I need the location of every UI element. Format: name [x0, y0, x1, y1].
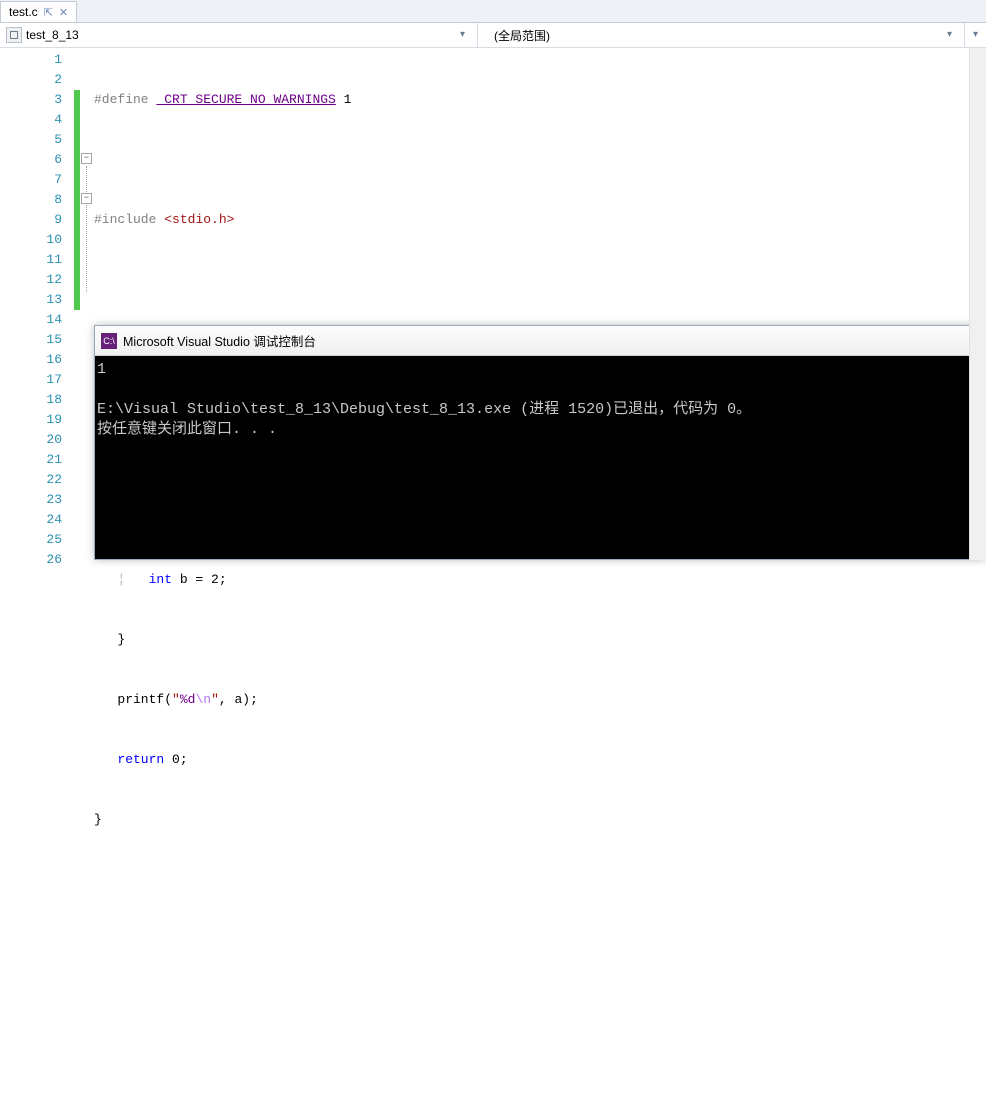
scope-text-left: test_8_13: [26, 28, 454, 42]
navigation-bar: test_8_13 ▾ (全局范围) ▾ ▾: [0, 23, 986, 48]
console-title: Microsoft Visual Studio 调试控制台: [123, 331, 316, 350]
scope-dropdown-left[interactable]: test_8_13 ▾: [0, 23, 478, 47]
console-titlebar[interactable]: C:\ Microsoft Visual Studio 调试控制台: [95, 326, 985, 356]
tab-label: test.c: [9, 5, 38, 19]
vertical-scrollbar[interactable]: [969, 48, 986, 560]
line-number-gutter: 123 456 789 101112 131415 161718 192021 …: [14, 48, 74, 560]
scope-text-right: (全局范围): [484, 27, 941, 44]
fold-toggle-icon[interactable]: −: [81, 153, 92, 164]
tab-test-c[interactable]: test.c ⇱ ✕: [0, 1, 77, 22]
console-output[interactable]: 1 E:\Visual Studio\test_8_13\Debug\test_…: [95, 356, 985, 559]
tab-strip: test.c ⇱ ✕: [0, 0, 986, 23]
debug-console-window: C:\ Microsoft Visual Studio 调试控制台 1 E:\V…: [94, 325, 986, 560]
macro-token: _CRT_SECURE_NO_WARNINGS: [156, 92, 335, 107]
scope-icon: [6, 27, 22, 43]
fold-gutter: − −: [80, 48, 94, 560]
include-header: <stdio.h>: [164, 212, 234, 227]
chevron-down-icon: ▾: [454, 29, 471, 41]
close-icon[interactable]: ✕: [59, 6, 68, 19]
fold-toggle-icon[interactable]: −: [81, 193, 92, 204]
vs-icon: C:\: [101, 333, 117, 349]
pin-icon[interactable]: ⇱: [44, 6, 53, 19]
member-dropdown[interactable]: ▾: [964, 23, 986, 47]
chevron-down-icon: ▾: [941, 29, 958, 41]
scope-dropdown-right[interactable]: (全局范围) ▾: [478, 23, 964, 47]
indicator-margin: [0, 48, 14, 560]
preproc-token: #include: [94, 212, 156, 227]
preproc-token: #define: [94, 92, 149, 107]
